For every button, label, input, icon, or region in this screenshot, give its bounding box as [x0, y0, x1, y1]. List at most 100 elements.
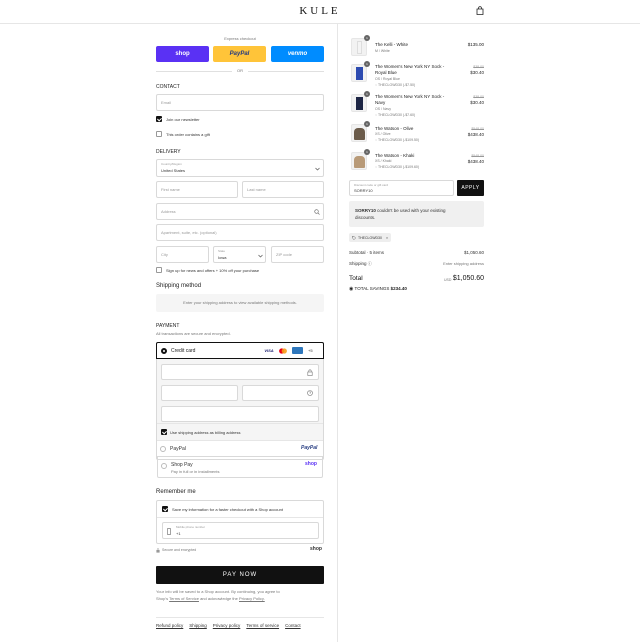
name-on-card-field[interactable]: [161, 406, 319, 422]
shipping-label: Shipping ⓘ: [349, 261, 372, 266]
mastercard-icon: [279, 348, 287, 354]
remember-box: Save my information for a faster checkou…: [156, 500, 324, 544]
credit-card-option[interactable]: Credit card VISA +5: [156, 342, 324, 359]
last-name-field[interactable]: Last name: [242, 181, 324, 198]
help-circle-icon[interactable]: ⓘ: [368, 261, 372, 266]
help-circle-icon[interactable]: [307, 390, 313, 396]
save-info-checkbox[interactable]: [162, 506, 168, 512]
search-icon: [314, 209, 320, 215]
applied-discount-code: THECLOWD30: [358, 235, 382, 240]
phone-field[interactable]: Mobile phone number +1: [162, 522, 319, 539]
footer-link-shipping[interactable]: Shipping: [189, 623, 207, 628]
footer-link-refund[interactable]: Refund policy: [156, 623, 183, 628]
gift-checkbox[interactable]: [156, 131, 162, 137]
terms-and: and acknowledge the: [200, 596, 238, 601]
first-name-placeholder: First name: [161, 187, 180, 192]
pay-now-button[interactable]: PAY NOW: [156, 566, 324, 584]
store-logo[interactable]: KULE: [0, 5, 640, 17]
footer-divider: [156, 617, 324, 618]
remember-divider: [157, 517, 323, 518]
zip-field[interactable]: ZIP code: [271, 246, 324, 263]
cart-item-name-line2: Royal Blue: [375, 70, 397, 75]
cart-item-price-old: $548.00: [471, 154, 484, 158]
cart-item-discount: ◌ THECLOWD30 (-$109.50): [375, 138, 420, 142]
card-number-field[interactable]: [161, 364, 319, 380]
cart-item-price: $438.40: [467, 132, 484, 137]
address-field[interactable]: Address: [156, 203, 324, 220]
subtotal-value: $1,050.60: [463, 250, 484, 255]
cart-item-price-old: $38.00: [473, 65, 484, 69]
discount-code-field[interactable]: Discount code or gift card SORRY10: [349, 180, 454, 196]
shop-pay-option-sub: Pay in full or in installments: [171, 469, 220, 474]
security-code-field[interactable]: [242, 385, 319, 401]
cart-item-image: [351, 38, 367, 56]
tag-icon: [352, 235, 356, 240]
city-field[interactable]: City: [156, 246, 209, 263]
sms-checkbox[interactable]: [156, 267, 162, 273]
phone-value: +1: [176, 531, 181, 536]
footer-link-privacy[interactable]: Privacy policy: [213, 623, 241, 628]
mobile-phone-icon: [167, 528, 171, 535]
chevron-down-icon: [315, 167, 320, 171]
cart-item-image: [351, 124, 367, 142]
visa-icon: VISA: [264, 348, 274, 354]
cart-item-name: The Watson - Olive: [375, 126, 414, 131]
cart-item-variant: OS / Navy: [375, 107, 391, 111]
shopping-bag-icon[interactable]: [476, 6, 484, 15]
cart-item-variant: M / White: [375, 49, 390, 53]
country-label: Country/Region: [161, 162, 182, 166]
terms-of-service-link[interactable]: Terms of Service: [169, 596, 199, 601]
total-label: Total: [349, 275, 363, 282]
paypal-button[interactable]: PayPal: [213, 46, 266, 62]
total-savings: ◉ TOTAL SAVINGS $234.40: [349, 286, 407, 292]
shop-pay-option[interactable]: Shop Pay Pay in full or in installments …: [157, 456, 323, 478]
shipping-value: Enter shipping address: [443, 261, 484, 266]
footer-link-terms[interactable]: Terms of service: [246, 623, 279, 628]
contact-heading: CONTACT: [156, 84, 180, 90]
save-info-label: Save my information for a faster checkou…: [172, 507, 283, 512]
first-name-field[interactable]: First name: [156, 181, 238, 198]
or-divider-left: [156, 71, 232, 72]
email-field[interactable]: Email: [156, 94, 324, 111]
cart-item-price: $438.40: [467, 159, 484, 164]
shop-pay-radio[interactable]: [161, 463, 167, 469]
footer-link-contact[interactable]: Contact: [285, 623, 301, 628]
total-value: $1,050.60: [452, 275, 484, 282]
privacy-policy-link[interactable]: Privacy Policy.: [239, 596, 265, 601]
cart-item-variant: OS / Royal Blue: [375, 77, 400, 81]
footer-links: Refund policy Shipping Privacy policy Te…: [156, 623, 301, 628]
apply-button[interactable]: APPLY: [457, 180, 484, 196]
expiration-field[interactable]: [161, 385, 238, 401]
terms-shop: Shop's: [156, 596, 169, 601]
apartment-placeholder: Apartment, suite, etc. (optional): [161, 230, 217, 235]
more-cards-count: +5: [308, 348, 313, 353]
venmo-button[interactable]: venmo: [271, 46, 324, 62]
newsletter-checkbox[interactable]: [156, 116, 162, 122]
city-placeholder: City: [161, 252, 168, 257]
cart-item-qty: 1: [364, 61, 370, 67]
country-select[interactable]: Country/Region United States: [156, 159, 324, 177]
last-name-placeholder: Last name: [247, 187, 266, 192]
discount-error-line1: SORRY10 couldn't be used with your exist…: [355, 208, 446, 213]
credit-card-radio[interactable]: [161, 348, 167, 354]
paypal-radio[interactable]: [160, 446, 166, 452]
cart-item-name: The Watson - Khaki: [375, 153, 415, 158]
billing-same-checkbox[interactable]: [161, 429, 167, 435]
cart-item-name: The Women's New York NY Sock -: [375, 94, 445, 99]
remove-discount-icon[interactable]: ×: [386, 235, 388, 240]
remember-heading: Remember me: [156, 489, 196, 495]
lock-icon: [307, 369, 313, 376]
paypal-option[interactable]: PayPal PayPal: [157, 440, 323, 456]
apartment-field[interactable]: Apartment, suite, etc. (optional): [156, 224, 324, 241]
cart-item-image: [351, 64, 367, 82]
state-select[interactable]: State Iowa: [213, 246, 266, 263]
newsletter-label: Join our newsletter: [166, 117, 200, 122]
zip-placeholder: ZIP code: [276, 252, 292, 257]
cart-item-qty: 1: [364, 121, 370, 127]
terms-line1: Your info will be saved to a Shop accoun…: [156, 589, 280, 594]
discount-code-label: Discount code or gift card: [354, 183, 389, 187]
cart-item-name: The Women's New York NY Sock -: [375, 64, 445, 69]
billing-same-label: Use shipping address as billing address: [170, 430, 241, 435]
column-divider: [337, 24, 338, 642]
shop-pay-button[interactable]: shop: [156, 46, 209, 62]
